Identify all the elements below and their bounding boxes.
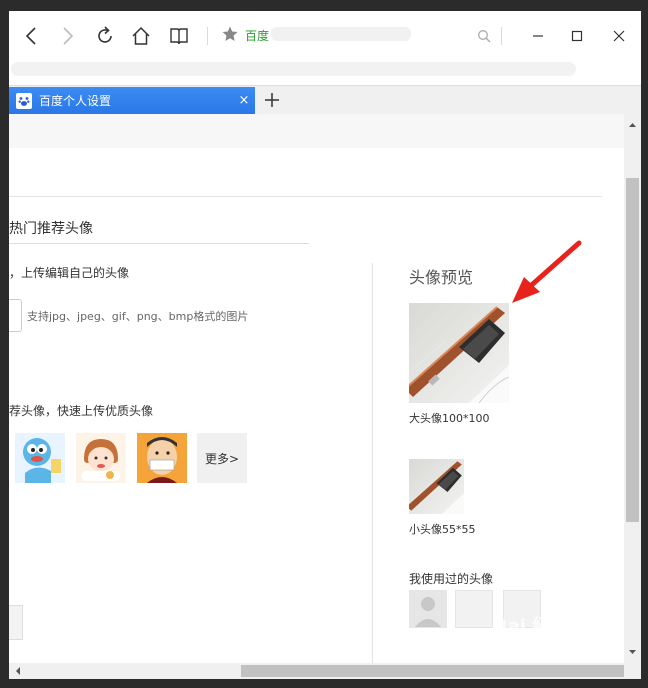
browser-window: 百度 百度个人设置 × 热门推荐头像 ，上传编辑自己的头像 支持jpg、jpeg… bbox=[9, 11, 641, 679]
recommended-avatar-1[interactable] bbox=[15, 433, 65, 483]
section-title: 热门推荐头像 bbox=[9, 221, 93, 237]
minimize-icon bbox=[533, 35, 543, 37]
search-icon[interactable] bbox=[477, 29, 491, 43]
divider bbox=[9, 196, 602, 197]
divider bbox=[9, 243, 309, 244]
vertical-scroll-thumb[interactable] bbox=[626, 178, 639, 522]
avatar-preview-small bbox=[409, 459, 464, 514]
title-bar: 百度 bbox=[9, 11, 641, 61]
more-avatars-button[interactable]: 更多> bbox=[197, 433, 247, 483]
avatar-preview-title: 头像预览 bbox=[409, 268, 474, 287]
tab-title: 百度个人设置 bbox=[39, 94, 112, 108]
refresh-icon bbox=[98, 26, 112, 43]
avatar-preview-large bbox=[409, 303, 509, 403]
used-avatar-slot[interactable] bbox=[455, 590, 493, 628]
maximize-button[interactable] bbox=[564, 23, 590, 49]
favorite-star-icon[interactable] bbox=[221, 25, 239, 43]
forward-button[interactable] bbox=[55, 23, 81, 49]
format-hint: 支持jpg、jpeg、gif、png、bmp格式的图片 bbox=[27, 310, 249, 323]
favorites-bar-blurred bbox=[11, 62, 576, 76]
maximize-icon bbox=[571, 30, 583, 42]
plus-icon bbox=[265, 93, 279, 107]
page-content: 热门推荐头像 ，上传编辑自己的头像 支持jpg、jpeg、gif、png、bmp… bbox=[9, 148, 624, 663]
tab-baidu-settings[interactable]: 百度个人设置 × bbox=[9, 87, 255, 114]
scroll-down-arrow-icon[interactable] bbox=[624, 645, 641, 659]
minimize-button[interactable] bbox=[525, 23, 551, 49]
new-tab-button[interactable] bbox=[261, 89, 283, 111]
back-button[interactable] bbox=[18, 23, 44, 49]
upload-button[interactable] bbox=[9, 299, 22, 332]
avatar-small-label: 小头像55*55 bbox=[409, 523, 476, 536]
horizontal-scroll-thumb[interactable] bbox=[241, 665, 624, 677]
tab-bar: 百度个人设置 × bbox=[9, 85, 641, 115]
upload-hint: ，上传编辑自己的头像 bbox=[9, 266, 130, 280]
back-arrow-icon bbox=[25, 27, 36, 45]
close-icon bbox=[613, 30, 625, 42]
tab-close-icon[interactable]: × bbox=[233, 93, 255, 108]
forward-arrow-icon bbox=[63, 27, 74, 45]
page-header-strip bbox=[9, 114, 624, 149]
favorites-bar bbox=[9, 61, 641, 85]
vertical-divider bbox=[372, 263, 373, 663]
address-text[interactable]: 百度 bbox=[245, 27, 269, 44]
close-window-button[interactable] bbox=[606, 23, 632, 49]
recommend-hint: 荐头像，快速上传优质头像 bbox=[9, 404, 154, 418]
toolbar-separator bbox=[501, 27, 502, 45]
recommended-avatar-3[interactable] bbox=[137, 433, 187, 483]
scroll-left-arrow-icon[interactable] bbox=[11, 663, 25, 679]
toolbar-separator bbox=[207, 27, 208, 45]
horizontal-scrollbar[interactable] bbox=[9, 663, 641, 679]
user-silhouette-icon bbox=[410, 591, 446, 627]
used-avatar-default[interactable] bbox=[409, 590, 447, 628]
address-url-blurred[interactable] bbox=[271, 27, 411, 41]
watermark-url: jingyan.baidu.com bbox=[498, 628, 600, 641]
baidu-paw-icon bbox=[16, 92, 32, 109]
reading-view-button[interactable] bbox=[166, 23, 192, 49]
avatar-large-label: 大头像100*100 bbox=[409, 412, 490, 425]
vertical-scrollbar[interactable] bbox=[624, 114, 641, 663]
recommended-avatar-2[interactable] bbox=[76, 433, 126, 483]
refresh-button[interactable] bbox=[92, 23, 118, 49]
home-icon bbox=[132, 26, 150, 45]
bottom-action-button[interactable] bbox=[9, 605, 23, 640]
scroll-up-arrow-icon[interactable] bbox=[624, 118, 641, 132]
used-avatars-title: 我使用过的头像 bbox=[409, 572, 494, 586]
home-button[interactable] bbox=[128, 23, 154, 49]
book-icon bbox=[170, 28, 188, 45]
